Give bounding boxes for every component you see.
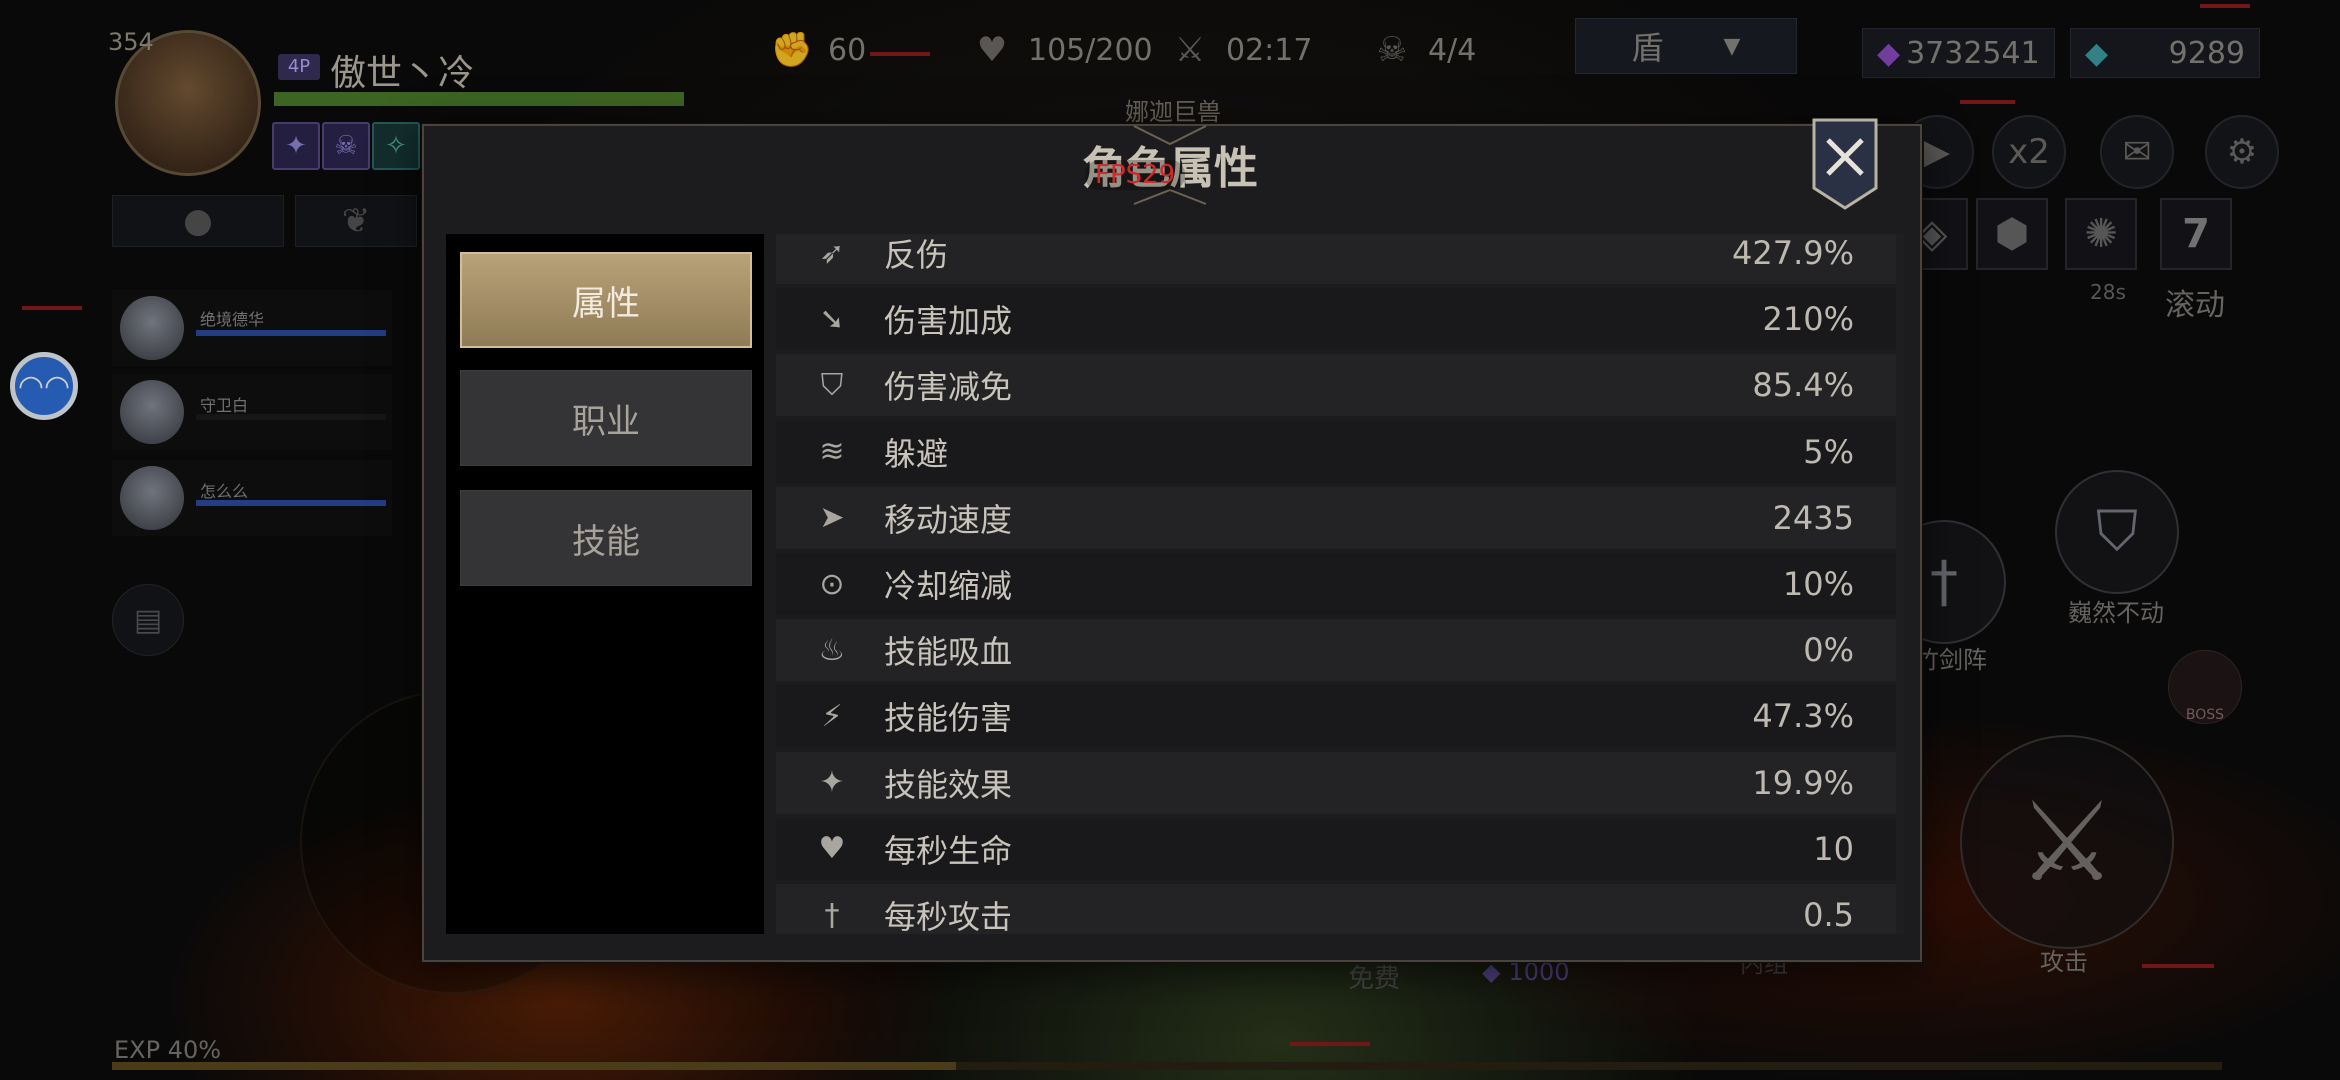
attribute-row: ⊙ 冷却缩减 10% (776, 553, 1896, 615)
attribute-name: 反伤 (884, 236, 949, 274)
tab-profession-label: 职业 (572, 401, 640, 442)
shield-icon: ⛉ (820, 367, 844, 403)
dagger-icon: † (824, 897, 840, 933)
attribute-row: ➘ 伤害加成 210% (776, 288, 1896, 351)
attribute-value: 85.4% (1752, 366, 1854, 405)
attribute-value: 0.5 (1803, 896, 1854, 934)
attribute-row: ✦ 技能效果 19.9% (776, 751, 1896, 814)
attribute-row: † 每秒攻击 0.5 (776, 884, 1896, 934)
attribute-name: 每秒攻击 (884, 898, 1013, 934)
attribute-row: ➶ 反伤 427.9% (776, 234, 1896, 284)
scrollbar-track[interactable] (1896, 234, 1904, 934)
reflect-icon: ➶ (819, 235, 845, 271)
attribute-list[interactable]: ➶ 反伤 427.9% ➘ 伤害加成 210% ⛉ 伤害减免 85.4% ≋ 躲避 5% ➤ 移动速度 24… (776, 234, 1896, 934)
tab-attributes[interactable]: 属性 (460, 252, 752, 348)
attribute-value: 0% (1803, 631, 1854, 670)
attribute-row: ⛉ 伤害减免 85.4% (776, 354, 1896, 417)
lifesteal-icon: ♨ (818, 632, 846, 668)
tab-profession[interactable]: 职业 (460, 370, 752, 466)
attribute-row: ≋ 躲避 5% (776, 420, 1896, 483)
attribute-name: 冷却缩减 (884, 567, 1013, 605)
attribute-value: 2435 (1772, 498, 1854, 537)
attribute-name: 伤害加成 (884, 302, 1013, 341)
tab-attributes-label: 属性 (572, 283, 640, 324)
attribute-value: 10% (1782, 565, 1854, 603)
attribute-name: 躲避 (884, 434, 949, 473)
attribute-value: 5% (1803, 432, 1854, 471)
attribute-name: 伤害减免 (884, 368, 1013, 407)
damage-bonus-icon: ➘ (819, 301, 845, 337)
attribute-name: 移动速度 (884, 500, 1013, 539)
boot-icon: ➤ (819, 500, 845, 536)
attribute-name: 每秒生命 (884, 831, 1013, 870)
tab-skills[interactable]: 技能 (460, 490, 752, 586)
attribute-row: ➤ 移动速度 2435 (776, 486, 1896, 549)
attribute-row: ♥ 每秒生命 10 (776, 817, 1896, 880)
heart-icon: ♥ (818, 831, 846, 867)
skill-damage-icon: ⚡ (821, 698, 843, 734)
attribute-row: ⚡ 技能伤害 47.3% (776, 685, 1896, 748)
attribute-name: 技能效果 (884, 765, 1013, 804)
attribute-value: 10 (1813, 829, 1854, 868)
attribute-value: 19.9% (1752, 763, 1854, 802)
attribute-value: 47.3% (1752, 697, 1854, 736)
attribute-name: 技能吸血 (884, 633, 1013, 672)
fps-counter: FPS29 (1085, 160, 1186, 190)
dodge-icon: ≋ (819, 434, 845, 470)
cooldown-icon: ⊙ (819, 566, 845, 602)
tab-skills-label: 技能 (572, 521, 640, 562)
attribute-row: ♨ 技能吸血 0% (776, 619, 1896, 682)
attribute-name: 技能伤害 (884, 699, 1013, 738)
attribute-value: 427.9% (1731, 234, 1854, 272)
attribute-value: 210% (1762, 300, 1854, 339)
close-button[interactable] (1812, 118, 1878, 210)
skill-effect-icon: ✦ (819, 765, 845, 801)
